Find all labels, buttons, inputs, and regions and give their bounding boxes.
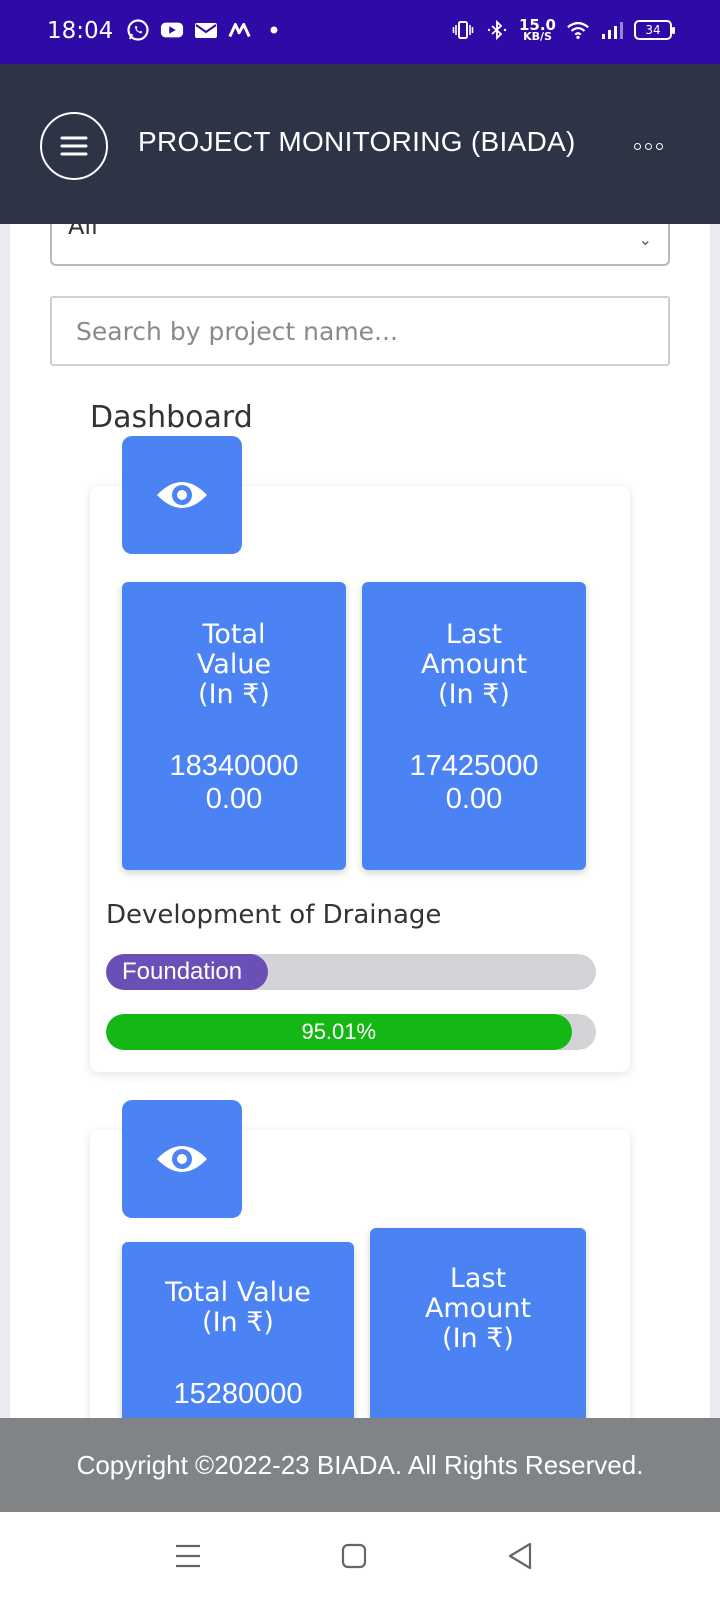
- total-value-line: 15280000: [173, 1378, 303, 1410]
- total-value-label: Total Value (In ₹): [122, 620, 346, 710]
- total-value-amount: 18340000 0.00: [122, 750, 346, 816]
- recents-icon: [176, 1544, 200, 1568]
- last-amount-label-line: (In ₹): [438, 679, 510, 710]
- search-input[interactable]: [50, 296, 670, 366]
- project-name: Development of Drainage: [106, 900, 442, 930]
- more-dot: [655, 142, 663, 150]
- signal-icon: [600, 18, 624, 42]
- copyright-text: Copyright ©2022-23 BIADA. All Rights Res…: [76, 1450, 644, 1480]
- footer: Copyright ©2022-23 BIADA. All Rights Res…: [0, 1418, 720, 1512]
- chevron-down-icon: ⌄: [638, 230, 652, 249]
- stage-bar: Foundation: [106, 954, 596, 990]
- network-speed-unit: KB/S: [523, 30, 552, 43]
- filter-select[interactable]: All ⌄: [50, 224, 670, 266]
- stage-fill: Foundation: [106, 954, 268, 990]
- main-content: All ⌄ Dashboard Total Value (In ₹) 18340…: [10, 224, 710, 1418]
- m-app-icon: [228, 18, 252, 42]
- last-amount-label-line: Last: [445, 619, 503, 650]
- total-value-line: 0.00: [205, 783, 263, 815]
- more-dot: [633, 142, 641, 150]
- back-button[interactable]: [500, 1538, 540, 1574]
- last-amount-line: 17425000: [409, 750, 539, 782]
- total-value-label-line: Total Value: [165, 1277, 311, 1308]
- progress-bar: 95.01%: [106, 1014, 596, 1050]
- last-amount-label-line: Last: [449, 1263, 507, 1294]
- last-amount-label: Last Amount (In ₹): [370, 1264, 586, 1354]
- filter-selected-value: All: [68, 224, 98, 240]
- total-value-amount: 15280000: [122, 1378, 354, 1411]
- more-options-button[interactable]: [628, 134, 668, 158]
- total-value-label: Total Value (In ₹): [122, 1278, 354, 1338]
- dashboard-title: Dashboard: [90, 400, 253, 435]
- home-icon: [341, 1543, 367, 1569]
- view-project-button[interactable]: [122, 1100, 242, 1218]
- last-amount-label-line: (In ₹): [442, 1323, 514, 1354]
- project-card: Total Value (In ₹) 18340000 0.00 Last Am…: [90, 486, 630, 1072]
- eye-icon: [157, 482, 207, 508]
- last-amount-label-line: Amount: [424, 1293, 532, 1324]
- mail-icon: [194, 18, 218, 42]
- total-value-label-line: (In ₹): [202, 1307, 274, 1338]
- last-amount-label: Last Amount (In ₹): [362, 620, 586, 710]
- last-amount-label-line: Amount: [420, 649, 528, 680]
- back-icon: [508, 1542, 532, 1570]
- total-value-label-line: Total: [202, 619, 266, 650]
- total-value-box: Total Value (In ₹) 15280000: [122, 1242, 354, 1418]
- last-amount-box: Last Amount (In ₹) 17425000 0.00: [362, 582, 586, 870]
- progress-fill: 95.01%: [106, 1014, 572, 1050]
- app-bar: PROJECT MONITORING (BIADA): [0, 64, 720, 224]
- vibrate-icon: [451, 18, 475, 42]
- total-value-label-line: Value: [196, 649, 272, 680]
- last-amount-box: Last Amount (In ₹): [370, 1228, 586, 1418]
- bluetooth-icon: [485, 18, 509, 42]
- network-speed: 15.0 KB/S: [519, 18, 556, 43]
- app-title: PROJECT MONITORING (BIADA): [138, 126, 576, 157]
- last-amount-value: 17425000 0.00: [362, 750, 586, 816]
- dot-icon: [262, 18, 286, 42]
- last-amount-line: 0.00: [445, 783, 503, 815]
- hamburger-icon: [60, 136, 88, 156]
- whatsapp-icon: [126, 18, 150, 42]
- total-value-line: 18340000: [169, 750, 299, 782]
- eye-icon: [157, 1146, 207, 1172]
- total-value-label-line: (In ₹): [198, 679, 270, 710]
- status-time: 18:04: [47, 18, 114, 44]
- more-dot: [644, 142, 652, 150]
- menu-button[interactable]: [40, 112, 108, 180]
- battery-level: 34: [645, 23, 661, 37]
- battery-icon: 34: [634, 20, 675, 40]
- home-button[interactable]: [334, 1538, 374, 1574]
- wifi-icon: [566, 18, 590, 42]
- recents-button[interactable]: [168, 1538, 208, 1574]
- system-nav-bar: [0, 1512, 720, 1600]
- status-bar: 18:04 15.0 KB/S 34: [0, 0, 720, 64]
- view-project-button[interactable]: [122, 436, 242, 554]
- youtube-icon: [160, 18, 184, 42]
- total-value-box: Total Value (In ₹) 18340000 0.00: [122, 582, 346, 870]
